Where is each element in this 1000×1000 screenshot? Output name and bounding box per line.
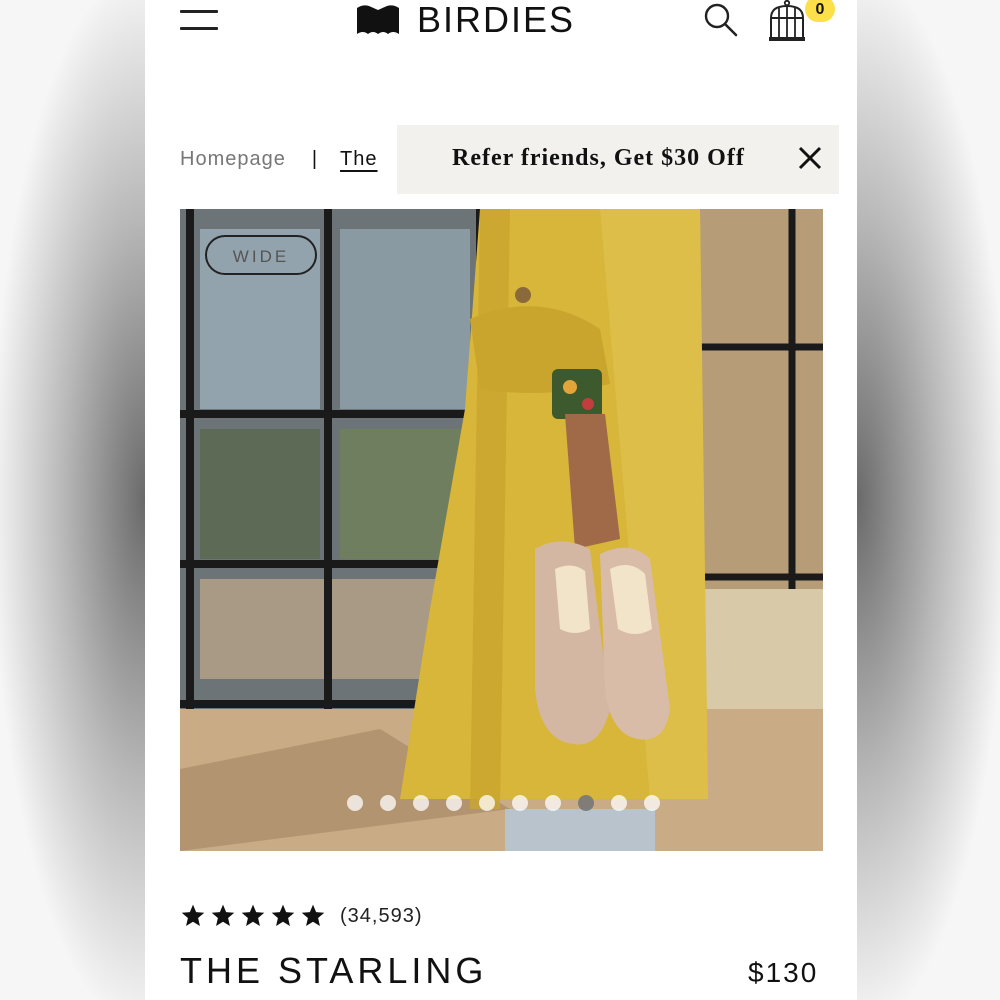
- carousel-dot[interactable]: [445, 795, 462, 811]
- star-rating: [180, 903, 326, 929]
- brand-name: BIRDIES: [417, 0, 576, 40]
- product-title: THE STARLING: [180, 950, 488, 991]
- carousel-dot[interactable]: [511, 795, 528, 811]
- menu-icon[interactable]: [180, 10, 218, 32]
- product-price: $130: [748, 957, 819, 988]
- birdcage-cart-icon[interactable]: [767, 0, 807, 42]
- carousel-dot[interactable]: [346, 795, 363, 811]
- background-blur-left: [0, 0, 145, 1000]
- search-icon[interactable]: [703, 2, 739, 38]
- mobile-page: BIRDIES 0 Homepage | The Refer friends, …: [145, 0, 857, 1000]
- star-icon: [181, 904, 205, 926]
- carousel-dot[interactable]: [478, 795, 495, 811]
- wide-fit-badge: WIDE: [205, 235, 317, 275]
- star-icon: [271, 904, 295, 926]
- cart-count-badge: 0: [805, 0, 835, 22]
- breadcrumb: Homepage | The: [180, 148, 378, 171]
- product-photo: [180, 209, 823, 851]
- brand-logo[interactable]: BIRDIES: [355, 0, 575, 40]
- close-icon[interactable]: [795, 143, 825, 173]
- referral-promo-banner[interactable]: Refer friends, Get $30 Off: [397, 125, 839, 194]
- breadcrumb-current-link[interactable]: The: [340, 148, 377, 171]
- carousel-pagination: [180, 795, 823, 811]
- birdies-logo-icon: [357, 5, 399, 35]
- background-blur-right: [857, 0, 1000, 1000]
- product-image-carousel[interactable]: WIDE: [180, 209, 823, 851]
- star-icon: [211, 904, 235, 926]
- carousel-dot[interactable]: [412, 795, 429, 811]
- star-icon: [301, 904, 325, 926]
- breadcrumb-separator: |: [311, 148, 319, 170]
- promo-text: Refer friends, Get $30 Off: [452, 145, 745, 171]
- carousel-dot[interactable]: [544, 795, 561, 811]
- product-rating: (34,593): [180, 903, 423, 929]
- breadcrumb-homepage-link[interactable]: Homepage: [180, 148, 286, 171]
- carousel-dot[interactable]: [610, 795, 627, 811]
- carousel-dot[interactable]: [643, 795, 660, 811]
- star-icon: [241, 904, 265, 926]
- carousel-dot[interactable]: [379, 795, 396, 811]
- review-count-link[interactable]: (34,593): [340, 905, 423, 928]
- carousel-dot[interactable]: [577, 795, 594, 811]
